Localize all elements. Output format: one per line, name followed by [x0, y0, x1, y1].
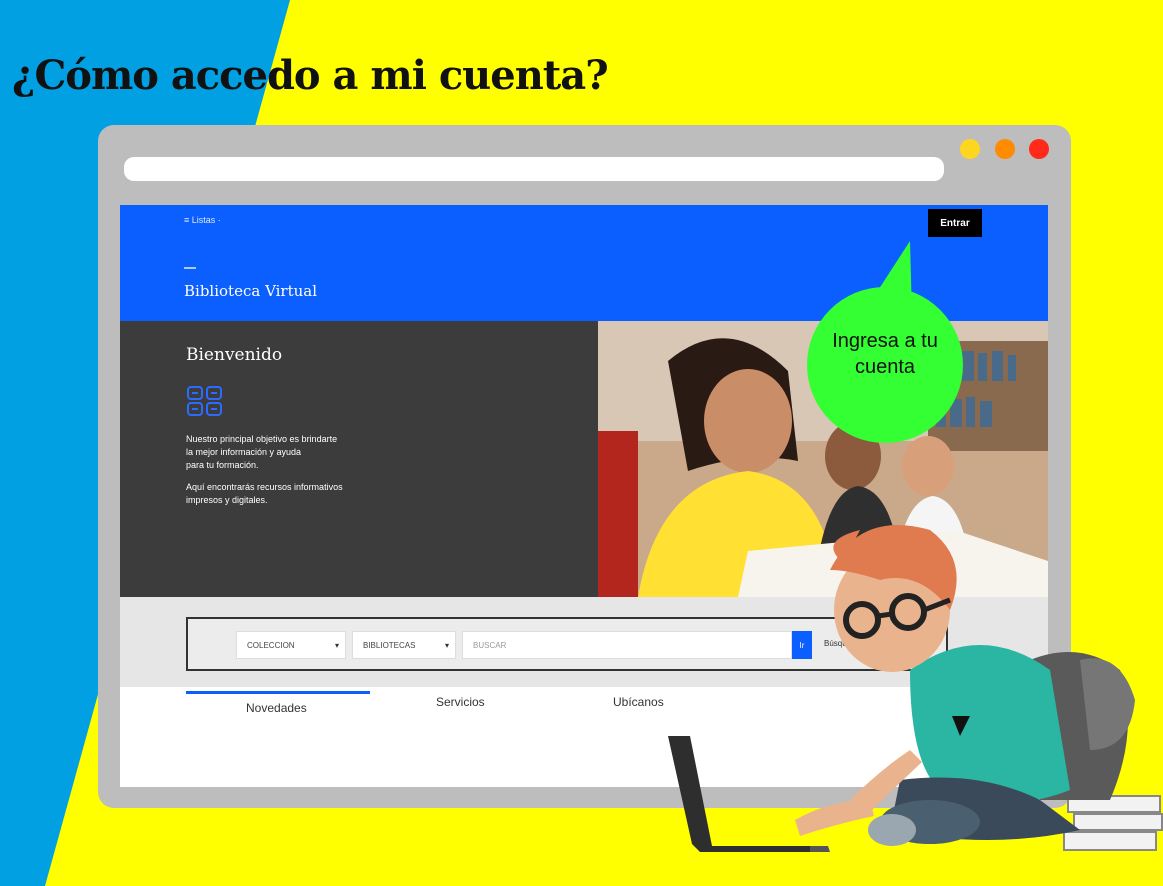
hero-line: para tu formación. [186, 460, 259, 470]
hero-paragraph-1: Nuestro principal objetivo es brindarte … [186, 433, 337, 472]
address-bar[interactable] [124, 157, 944, 181]
library-select-label: BIBLIOTECAS [363, 640, 416, 650]
hero-paragraph-2: Aquí encontrarás recursos informativos i… [186, 481, 343, 507]
browser-dot-yellow[interactable] [960, 139, 980, 159]
tab-servicios[interactable]: Servicios [436, 695, 485, 709]
tab-novedades[interactable]: Novedades [246, 701, 307, 715]
library-logo-icon [187, 386, 222, 416]
hero-line: Nuestro principal objetivo es brindarte [186, 434, 338, 444]
hero-line: impresos y digitales. [186, 495, 268, 505]
tab-ubicanos[interactable]: Ubícanos [613, 695, 664, 709]
student-illustration [668, 525, 1163, 852]
hero-panel: Bienvenido Nuestro principal objetivo es… [120, 321, 598, 597]
site-title: Biblioteca Virtual [184, 282, 318, 300]
lists-link[interactable]: ≡ Listas · [184, 215, 221, 225]
slide-title: ¿Cómo accedo a mi cuenta? [12, 52, 609, 99]
library-select[interactable]: BIBLIOTECAS ▾ [352, 631, 456, 659]
hero-heading: Bienvenido [186, 345, 283, 365]
collection-select[interactable]: COLECCION ▾ [236, 631, 346, 659]
browser-dot-red[interactable] [1029, 139, 1049, 159]
collection-select-label: COLECCION [247, 640, 295, 650]
hero-line: Aquí encontrarás recursos informativos [186, 482, 343, 492]
chevron-down-icon: ▾ [444, 641, 449, 650]
hero-line: la mejor información y ayuda [186, 447, 302, 457]
active-tab-indicator [186, 691, 370, 694]
browser-dot-orange[interactable] [995, 139, 1015, 159]
title-accent [184, 267, 196, 269]
login-button[interactable]: Entrar [928, 209, 982, 237]
callout-text: Ingresa a tu cuenta [832, 330, 938, 378]
chevron-down-icon: ▾ [334, 641, 339, 650]
